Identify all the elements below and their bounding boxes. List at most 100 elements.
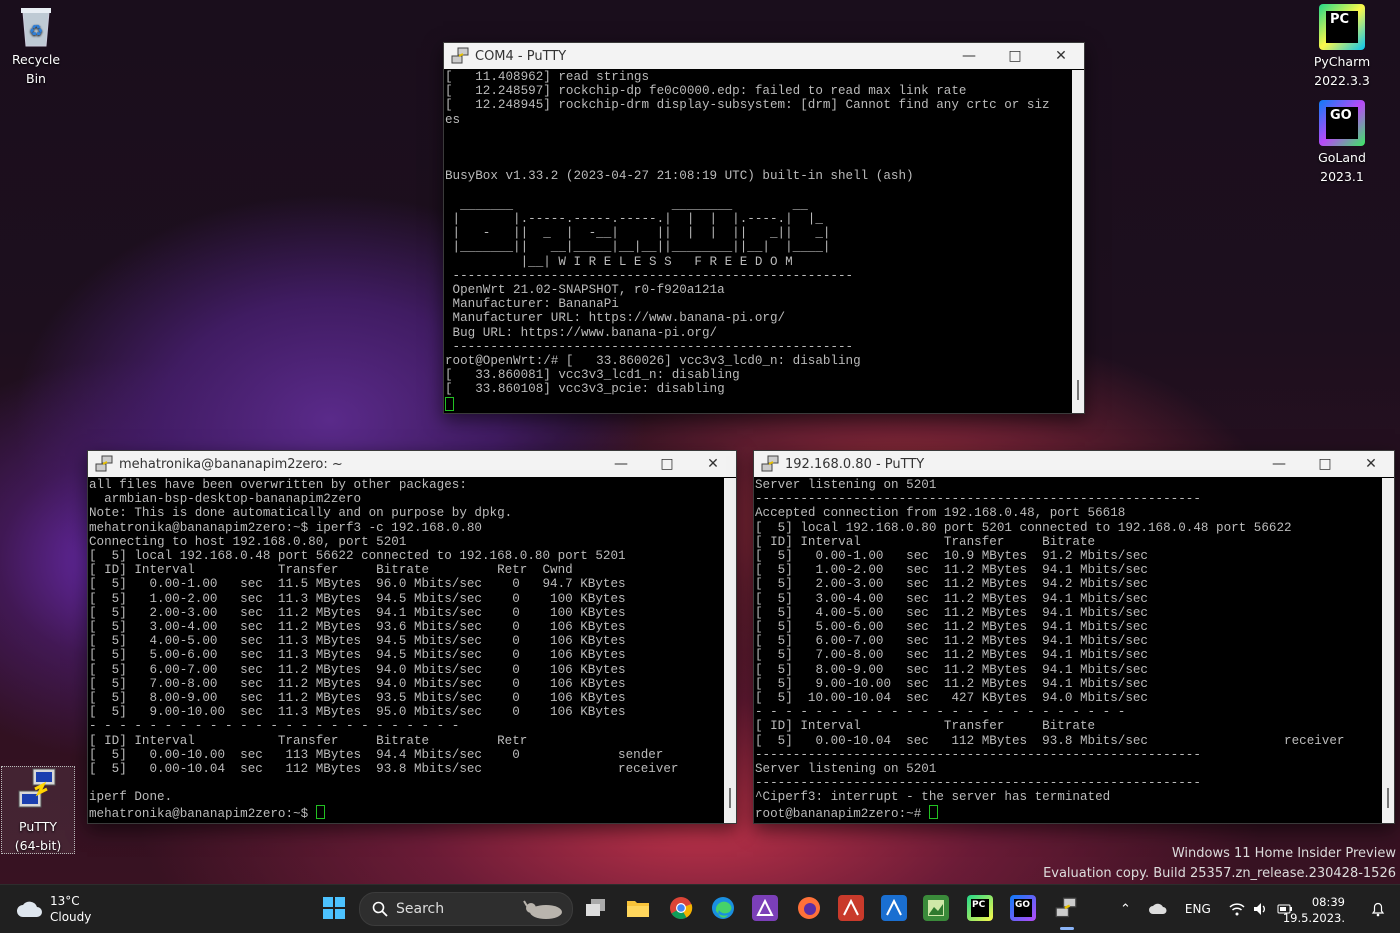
terminal-line: Note: This is done automatically and on … xyxy=(89,506,513,521)
language-indicator[interactable]: ENG xyxy=(1185,902,1211,916)
taskbar-putty[interactable] xyxy=(1053,895,1079,921)
minimize-button[interactable]: — xyxy=(1256,451,1302,477)
close-button[interactable]: ✕ xyxy=(690,451,736,477)
putty-window-com4[interactable]: COM4 - PuTTY — □ ✕ [ 11.408962] read str… xyxy=(443,42,1085,414)
terminal-line: [ 5] 9.00-10.00 sec 11.3 MBytes 95.0 Mbi… xyxy=(89,705,626,720)
terminal-line: [ 5] 6.00-7.00 sec 11.2 MBytes 94.0 Mbit… xyxy=(89,662,626,677)
terminal-line: [ 33.860108] vcc3v3_pcie: disabling xyxy=(445,382,725,397)
title-bar[interactable]: COM4 - PuTTY — □ ✕ xyxy=(444,43,1084,69)
taskbar-goland[interactable]: GO xyxy=(1010,895,1036,921)
putty-window-client[interactable]: mehatronika@bananapim2zero: ~ — □ ✕ all … xyxy=(87,450,737,824)
taskbar-file-explorer[interactable] xyxy=(625,895,651,921)
putty-window-server[interactable]: 192.168.0.80 - PuTTY — □ ✕ Server listen… xyxy=(753,450,1395,824)
terminal-line: [ 5] 0.00-10.04 sec 112 MBytes 93.8 Mbit… xyxy=(755,733,1345,748)
goland-icon: GO xyxy=(1319,100,1365,146)
taskbar: 13°C Cloudy Search PC GO ⌃ ENG 08:39 19.… xyxy=(0,884,1400,933)
taskbar-affinity-photo[interactable] xyxy=(752,895,778,921)
terminal-line: [ 5] 3.00-4.00 sec 11.2 MBytes 93.6 Mbit… xyxy=(89,620,626,635)
terminal-output[interactable]: all files have been overwritten by other… xyxy=(88,478,724,823)
task-view-icon xyxy=(586,899,605,916)
onedrive-cloud-icon[interactable] xyxy=(1148,903,1167,915)
terminal-line: [ 5] 6.00-7.00 sec 11.2 MBytes 94.1 Mbit… xyxy=(755,634,1148,649)
windows-logo-icon xyxy=(323,897,345,919)
maximize-button[interactable]: □ xyxy=(992,43,1038,69)
taskbar-affinity-designer[interactable] xyxy=(881,895,907,921)
taskbar-firefox[interactable] xyxy=(796,895,822,921)
watermark-line2: Evaluation copy. Build 25357.zn_release.… xyxy=(1043,866,1396,881)
terminal-line: [ 5] 2.00-3.00 sec 11.2 MBytes 94.2 Mbit… xyxy=(755,577,1148,592)
folder-icon xyxy=(627,901,649,917)
taskbar-search[interactable]: Search xyxy=(359,892,573,926)
terminal-line: [ 5] 4.00-5.00 sec 11.3 MBytes 94.5 Mbit… xyxy=(89,634,626,649)
taskbar-chrome[interactable] xyxy=(668,895,694,921)
terminal-line: Server listening on 5201 xyxy=(755,478,937,492)
terminal-line: ^Ciperf3: interrupt - the server has ter… xyxy=(755,790,1111,805)
weather-temp: 13°C xyxy=(50,894,80,908)
maximize-button[interactable]: □ xyxy=(1302,451,1348,477)
taskbar-affinity-publisher[interactable] xyxy=(838,895,864,921)
taskbar-pycharm[interactable]: PC xyxy=(967,895,993,921)
terminal-line: [ 5] 5.00-6.00 sec 11.2 MBytes 94.1 Mbit… xyxy=(755,620,1148,635)
firefox-icon xyxy=(798,897,820,919)
terminal-line: [ 5] 8.00-9.00 sec 11.2 MBytes 94.1 Mbit… xyxy=(755,662,1148,677)
desktop-icon-label: 2022.3.3 xyxy=(1314,73,1370,88)
maximize-button[interactable]: □ xyxy=(644,451,690,477)
close-button[interactable]: ✕ xyxy=(1038,43,1084,69)
close-button[interactable]: ✕ xyxy=(1348,451,1394,477)
title-bar[interactable]: mehatronika@bananapim2zero: ~ — □ ✕ xyxy=(88,451,736,477)
taskbar-task-view[interactable] xyxy=(583,895,609,921)
clock[interactable]: 08:39 19.5.2023. xyxy=(1283,894,1345,926)
weather-widget[interactable]: 13°C Cloudy xyxy=(16,893,91,925)
desktop-icon-putty[interactable]: PuTTY (64-bit) xyxy=(1,766,75,854)
system-tray: ⌃ ENG xyxy=(1120,885,1293,933)
terminal-line: |__| W I R E L E S S F R E E D O M xyxy=(445,254,793,269)
putty-icon xyxy=(1055,897,1077,918)
terminal-line: Server listening on 5201 xyxy=(755,762,937,777)
terminal-cursor xyxy=(928,804,938,819)
terminal-line: [ 5] 7.00-8.00 sec 11.2 MBytes 94.1 Mbit… xyxy=(755,648,1148,663)
terminal-line: [ 12.248945] rockchip-drm display-subsys… xyxy=(445,98,1050,113)
scrollbar[interactable] xyxy=(724,478,736,823)
terminal-line: ----------------------------------------… xyxy=(445,339,854,354)
show-hidden-icons-chevron-icon[interactable]: ⌃ xyxy=(1120,902,1131,917)
terminal-line: ----------------------------------------… xyxy=(755,776,1201,791)
putty-icon xyxy=(761,455,779,472)
terminal-line: root@OpenWrt:/# [ 33.860026] vcc3v3_lcd0… xyxy=(445,354,861,369)
start-button[interactable] xyxy=(321,895,347,921)
putty-icon xyxy=(451,47,469,64)
desktop-icon-pycharm[interactable]: PC PyCharm 2022.3.3 xyxy=(1306,4,1378,90)
search-highlight-image-icon xyxy=(523,900,562,919)
terminal-line: iperf Done. xyxy=(89,790,173,805)
terminal-line: [ 5] 2.00-3.00 sec 11.2 MBytes 94.1 Mbit… xyxy=(89,605,626,620)
scrollbar[interactable] xyxy=(1072,70,1084,413)
volume-icon[interactable] xyxy=(1253,902,1269,916)
minimize-button[interactable]: — xyxy=(946,43,992,69)
desktop-icon-goland[interactable]: GO GoLand 2023.1 xyxy=(1306,100,1378,186)
scrollbar[interactable] xyxy=(1382,478,1394,823)
minimize-button[interactable]: — xyxy=(598,451,644,477)
notification-bell-icon[interactable] xyxy=(1370,901,1386,917)
desktop-icon-recycle-bin[interactable]: ♻ Recycle Bin xyxy=(0,4,72,88)
svg-text:♻: ♻ xyxy=(29,21,43,40)
terminal-output[interactable]: Server listening on 5201 ----------------… xyxy=(754,478,1382,823)
terminal-line: BusyBox v1.33.2 (2023-04-27 21:08:19 UTC… xyxy=(445,169,914,184)
clock-date: 19.5.2023. xyxy=(1282,911,1345,925)
desktop-icon-label: GoLand xyxy=(1318,150,1366,165)
taskbar-edge[interactable] xyxy=(710,895,736,921)
terminal-output[interactable]: [ 11.408962] read strings[ 12.248597] ro… xyxy=(444,70,1072,413)
title-bar[interactable]: 192.168.0.80 - PuTTY — □ ✕ xyxy=(754,451,1394,477)
taskbar-image-app[interactable] xyxy=(923,895,949,921)
terminal-line: _______ ________ __ xyxy=(445,197,808,212)
goland-icon: GO xyxy=(1014,899,1032,917)
terminal-line: [ 5] 1.00-2.00 sec 11.2 MBytes 94.1 Mbit… xyxy=(755,563,1148,578)
pycharm-icon: PC xyxy=(971,899,989,917)
terminal-line: mehatronika@bananapim2zero:~$ iperf3 -c … xyxy=(89,520,482,535)
desktop-icon-label: Recycle Bin xyxy=(11,52,61,86)
wifi-icon[interactable] xyxy=(1229,902,1245,916)
clock-time: 08:39 xyxy=(1311,895,1345,909)
terminal-line: [ 5] 5.00-6.00 sec 11.3 MBytes 94.5 Mbit… xyxy=(89,648,626,663)
desktop-icon-label: PuTTY xyxy=(19,819,57,834)
